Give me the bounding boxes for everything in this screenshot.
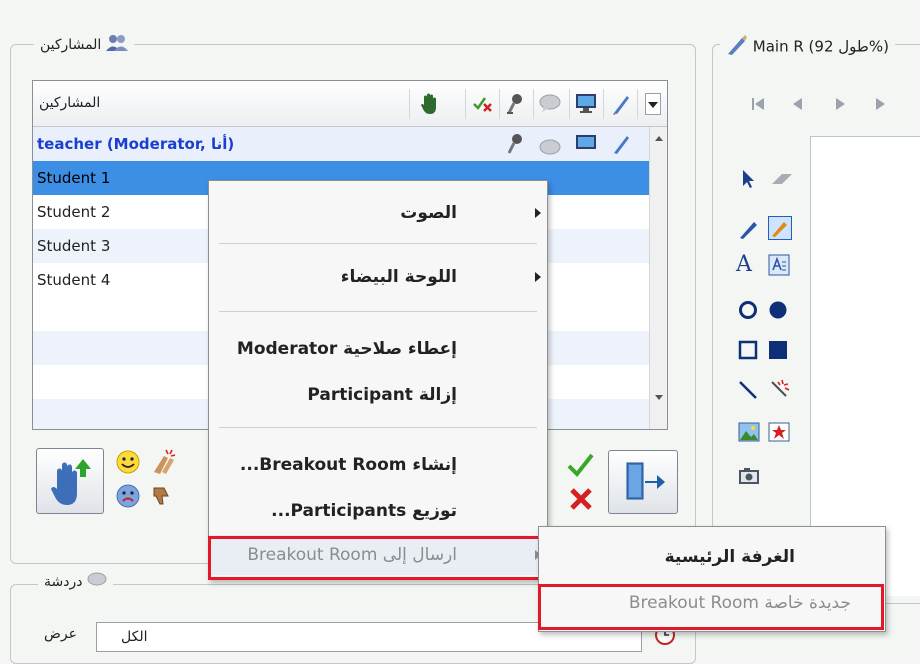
first-page-icon[interactable] — [750, 96, 768, 116]
thumbs-down-icon[interactable] — [150, 484, 174, 512]
users-icon — [105, 34, 128, 56]
menu-item-label: إنشاء Breakout Room... — [239, 455, 457, 475]
textbox-tool-icon[interactable] — [768, 254, 790, 276]
applause-icon[interactable] — [148, 448, 176, 478]
chat-title: دردشة — [44, 574, 83, 590]
menu-item-label: إزالة Participant — [307, 385, 457, 405]
submenu-arrow-icon — [535, 208, 541, 218]
menu-item-make-moderator[interactable]: إعطاء صلاحية Moderator — [209, 329, 547, 369]
approve-check-icon[interactable] — [566, 452, 594, 482]
ellipse-filled-tool-icon[interactable] — [768, 300, 790, 322]
reject-x-icon[interactable] — [568, 486, 594, 516]
menu-item-distribute-participants[interactable]: توزيع Participants... — [209, 491, 547, 531]
next-page-icon[interactable] — [832, 96, 848, 116]
last-page-icon[interactable] — [872, 96, 888, 116]
whiteboard-nav — [750, 92, 920, 116]
rectangle-filled-tool-icon[interactable] — [768, 340, 790, 362]
menu-item-whiteboard[interactable]: اللوحة البيضاء — [209, 257, 547, 297]
pen-tool-icon[interactable] — [738, 218, 760, 240]
pointer-tool-icon[interactable] — [738, 168, 760, 190]
menu-item-audio[interactable]: الصوت — [209, 193, 547, 233]
menu-item-label: إعطاء صلاحية Moderator — [236, 339, 457, 359]
sad-icon[interactable] — [116, 484, 140, 512]
menu-item-label: توزيع Participants... — [271, 501, 457, 521]
brush-icon — [726, 34, 748, 60]
highlighter-tool-icon[interactable] — [768, 216, 792, 240]
insert-image-tool-icon[interactable] — [738, 422, 760, 444]
chat-icon — [87, 572, 107, 592]
snapshot-tool-icon[interactable] — [738, 466, 760, 488]
eraser-tool-icon[interactable] — [770, 168, 792, 190]
raise-hand-button[interactable] — [36, 448, 104, 514]
participants-column-header[interactable]: المشاركين — [39, 95, 100, 111]
menu-item-label: الصوت — [400, 203, 457, 223]
highlight-send-to-breakout — [208, 536, 544, 580]
participant-name: Student 2 — [37, 203, 111, 221]
participant-name: Student 4 — [37, 271, 111, 289]
menu-item-label: اللوحة البيضاء — [340, 267, 457, 287]
ellipse-outline-tool-icon[interactable] — [738, 300, 760, 322]
participants-panel-header: المشاركين — [34, 34, 134, 56]
laser-pointer-tool-icon[interactable] — [768, 378, 790, 400]
text-tool-icon[interactable]: A — [736, 254, 758, 276]
whiteboard-panel-header: Main R (طول 92%) — [720, 34, 895, 60]
submenu-item-label: الغرفة الرئيسية — [664, 547, 795, 567]
line-tool-icon[interactable] — [738, 380, 760, 402]
smile-icon[interactable] — [116, 450, 140, 478]
participant-row-teacher[interactable]: teacher (Moderator, أنا) — [33, 127, 653, 161]
whiteboard-toolbox: A — [736, 166, 802, 496]
column-menu-dropdown[interactable] — [645, 93, 661, 115]
whiteboard-title: Main R (طول 92%) — [752, 37, 889, 56]
chat-panel-header: دردشة — [38, 572, 113, 592]
menu-item-create-breakout-room[interactable]: إنشاء Breakout Room... — [209, 445, 547, 485]
screen-column-icon[interactable] — [575, 92, 597, 118]
submenu-arrow-icon — [535, 272, 541, 282]
highlight-new-private-breakout — [538, 584, 884, 630]
participants-scrollbar[interactable] — [649, 127, 667, 429]
insert-stamp-tool-icon[interactable] — [768, 422, 790, 444]
chat-recipient-value: الكل — [121, 629, 148, 645]
mute-column-icon[interactable] — [473, 95, 493, 117]
chat-column-icon[interactable] — [539, 94, 561, 116]
participants-list-header: المشاركين — [33, 81, 667, 127]
chat-to-label: عرض — [44, 626, 78, 642]
rectangle-outline-tool-icon[interactable] — [738, 340, 760, 362]
menu-item-remove-participant[interactable]: إزالة Participant — [209, 375, 547, 415]
participant-name: Student 1 — [37, 169, 111, 187]
participants-title: المشاركين — [40, 37, 102, 53]
participant-context-menu: الصوت اللوحة البيضاء إعطاء صلاحية Modera… — [208, 180, 548, 580]
raise-hand-column-icon[interactable] — [419, 93, 439, 119]
participant-name: teacher (Moderator, أنا) — [37, 135, 235, 153]
leave-room-button[interactable] — [608, 450, 678, 514]
microphone-column-icon[interactable] — [505, 93, 525, 119]
participant-name: Student 3 — [37, 237, 111, 255]
pen-column-icon[interactable] — [611, 93, 631, 119]
submenu-item-main-room[interactable]: الغرفة الرئيسية — [539, 537, 885, 577]
prev-page-icon[interactable] — [790, 96, 806, 116]
